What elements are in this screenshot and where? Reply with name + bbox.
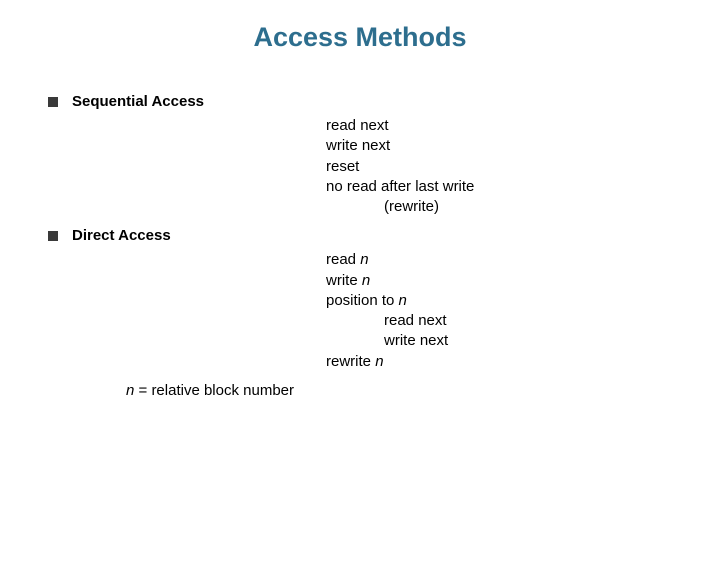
op-line: position to n — [326, 291, 680, 311]
op-line-indent: read next — [326, 311, 680, 331]
bullet-square-icon — [48, 231, 58, 241]
note-relative-block: n = relative block number — [126, 382, 680, 399]
op-text: read — [326, 251, 360, 268]
op-line-indent: (rewrite) — [326, 197, 680, 217]
op-n: n — [375, 353, 383, 370]
op-text: position to — [326, 292, 399, 309]
bullet-label-direct: Direct Access — [72, 227, 171, 244]
op-n: n — [362, 272, 370, 289]
ops-sequential: read next write next reset no read after… — [326, 116, 680, 217]
op-line: reset — [326, 157, 680, 177]
op-line: write n — [326, 271, 680, 291]
bullet-label-sequential: Sequential Access — [72, 93, 204, 110]
bullet-square-icon — [48, 97, 58, 107]
op-line: no read after last write — [326, 177, 680, 197]
note-rest: = relative block number — [134, 382, 294, 399]
op-text: write — [326, 272, 362, 289]
op-line: rewrite n — [326, 352, 680, 372]
slide-title: Access Methods — [0, 22, 720, 53]
content-area: Sequential Access read next write next r… — [0, 93, 720, 399]
op-line: read next — [326, 116, 680, 136]
op-n: n — [360, 251, 368, 268]
slide: Access Methods Sequential Access read ne… — [0, 22, 720, 562]
op-line: write next — [326, 136, 680, 156]
op-line: read n — [326, 250, 680, 270]
ops-direct: read n write n position to n read next w… — [326, 250, 680, 372]
bullet-direct: Direct Access — [48, 227, 680, 244]
op-text: rewrite — [326, 353, 375, 370]
op-line-indent: write next — [326, 331, 680, 351]
op-n: n — [399, 292, 407, 309]
bullet-sequential: Sequential Access — [48, 93, 680, 110]
